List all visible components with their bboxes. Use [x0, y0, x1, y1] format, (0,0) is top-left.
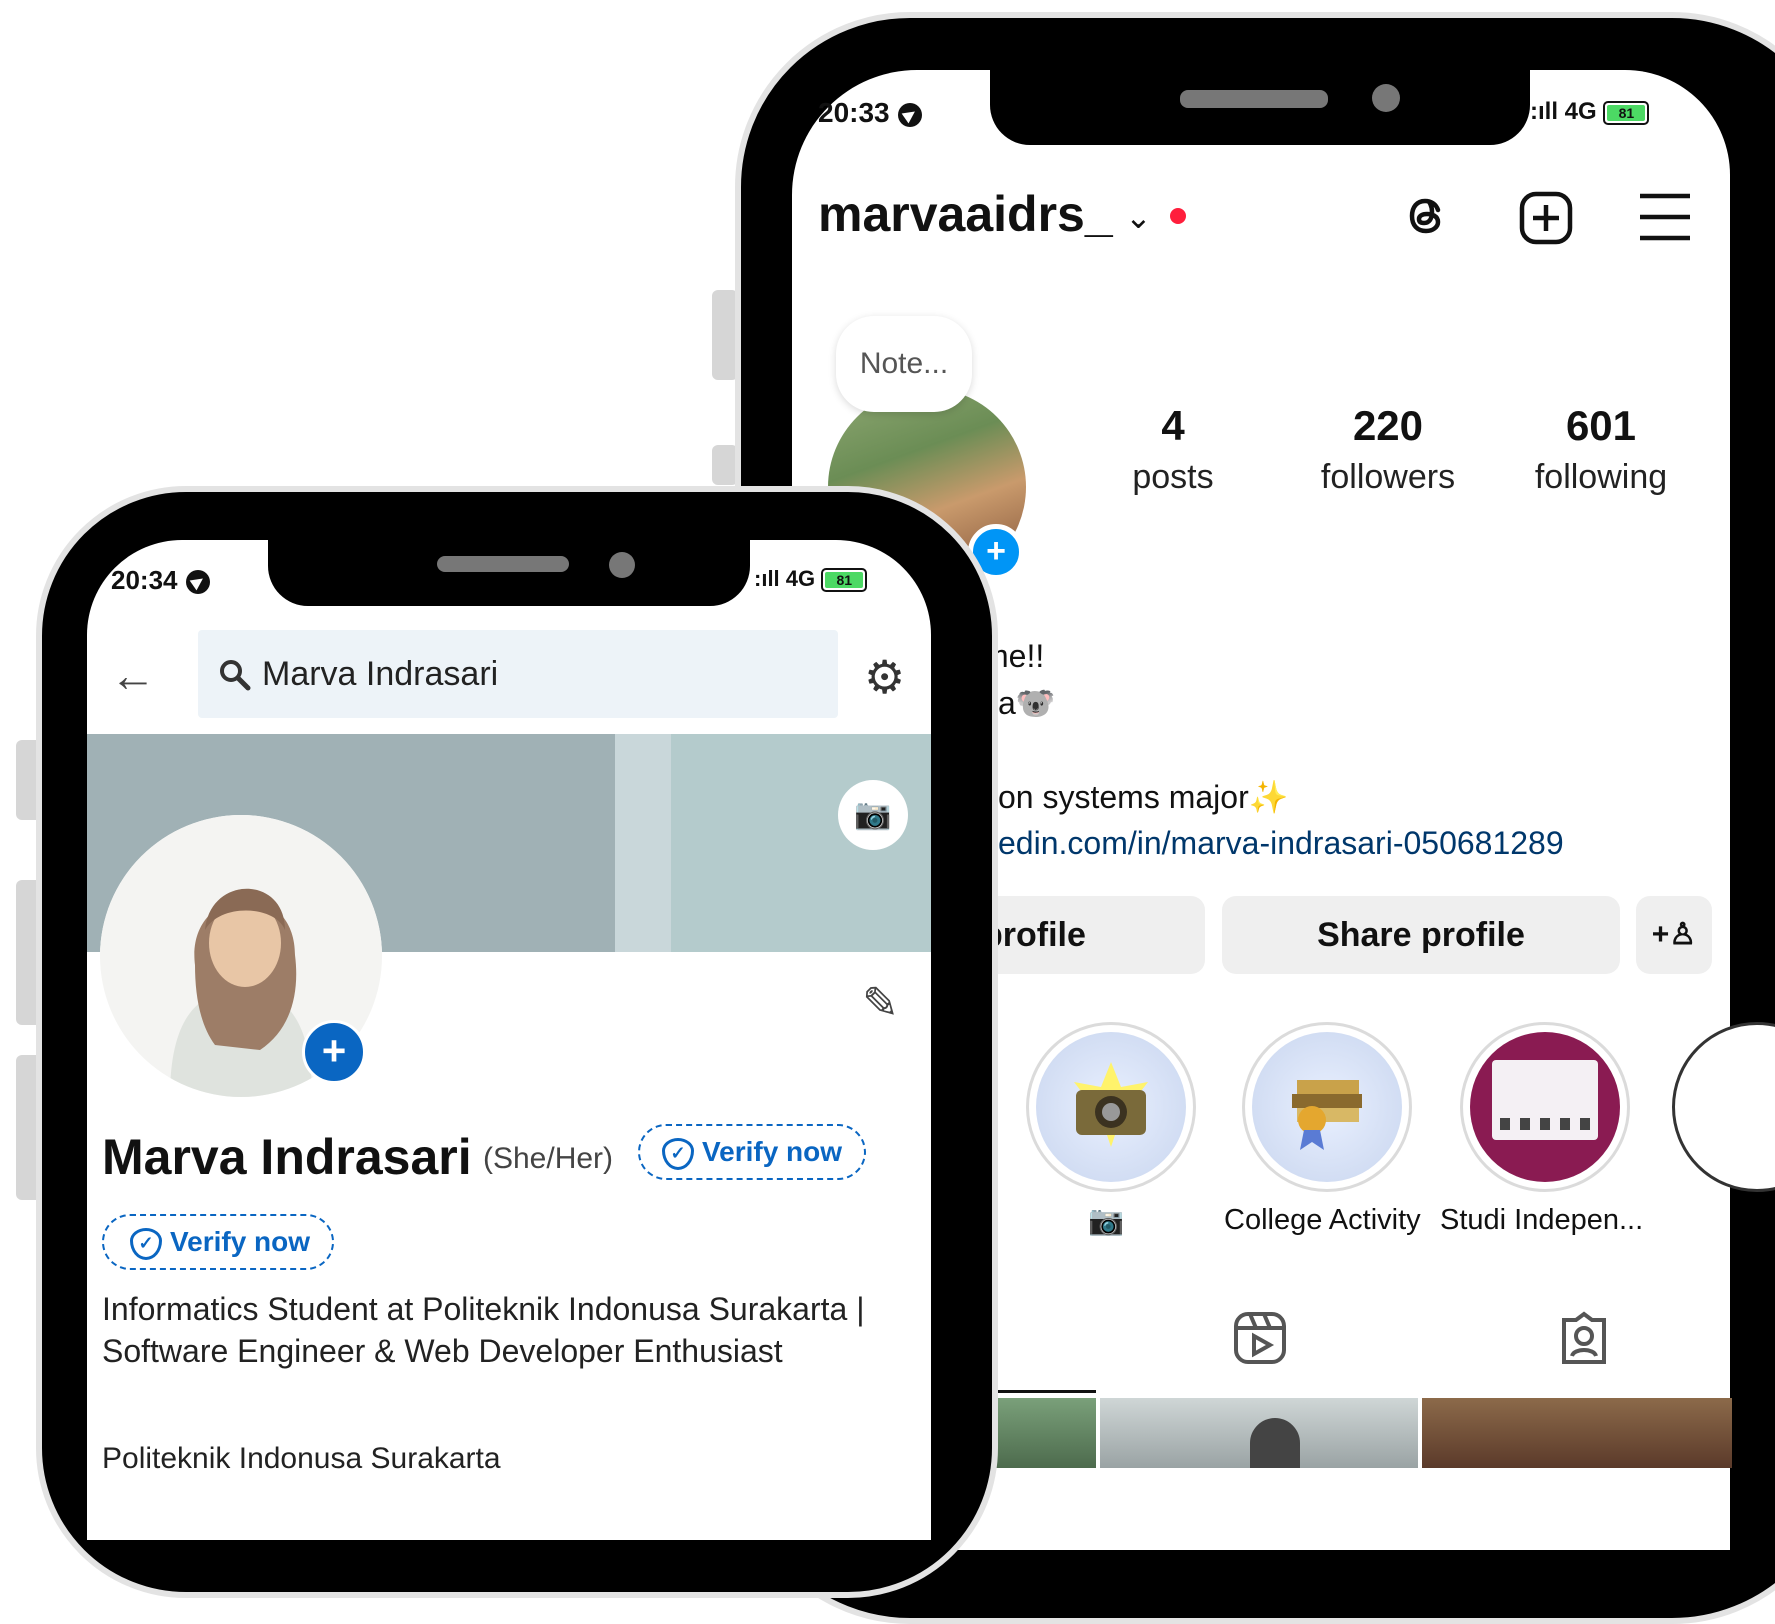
- post-thumbnail[interactable]: [1422, 1398, 1732, 1468]
- signal-icon: :ıll: [1530, 98, 1558, 125]
- network-type: 4G: [1564, 98, 1597, 125]
- signal-icon: :ıll: [754, 566, 780, 591]
- profile-name: Marva Indrasari: [102, 1129, 472, 1185]
- status-right: :ıll 4G 81: [1530, 98, 1650, 126]
- post-thumbnail[interactable]: [990, 1398, 1096, 1468]
- post-thumbnail[interactable]: [1100, 1398, 1418, 1468]
- profile-username[interactable]: marvaaidrs_: [818, 185, 1113, 243]
- pronouns: (She/Her): [483, 1142, 614, 1175]
- share-profile-button[interactable]: Share profile: [1222, 896, 1620, 974]
- chevron-down-icon[interactable]: ⌄: [1125, 198, 1152, 236]
- menu-icon[interactable]: [1638, 192, 1692, 242]
- note-bubble[interactable]: Note...: [836, 316, 972, 412]
- camera-highlight-image: [1036, 1032, 1186, 1182]
- active-tab-indicator: [990, 1390, 1096, 1393]
- edit-pencil-icon[interactable]: ✎: [862, 978, 899, 1029]
- back-arrow-icon[interactable]: ←: [110, 648, 156, 702]
- highlight-item[interactable]: [1242, 1022, 1412, 1192]
- status-bar: 20:34: [111, 565, 210, 596]
- stat-following[interactable]: 601 following: [1501, 402, 1701, 497]
- camera-icon: [1074, 1062, 1148, 1147]
- verify-label: Verify now: [702, 1136, 843, 1167]
- shield-check-icon: ✓: [130, 1227, 162, 1260]
- notification-dot: [1170, 208, 1186, 224]
- reels-tab-icon[interactable]: [1232, 1310, 1288, 1366]
- battery-icon: 81: [821, 568, 868, 593]
- verify-now-button[interactable]: ✓ Verify now: [102, 1214, 335, 1270]
- bio-line: tion systems major✨: [982, 779, 1289, 815]
- speaker: [1180, 90, 1328, 108]
- bio-link[interactable]: kedin.com/in/marva-indrasari-050681289: [982, 825, 1564, 862]
- verify-now-button[interactable]: ✓ Verify now: [638, 1124, 867, 1180]
- banner-stripe: [615, 734, 671, 952]
- profile-headline: Informatics Student at Politeknik Indonu…: [102, 1291, 865, 1369]
- shield-check-icon: ✓: [662, 1137, 694, 1170]
- front-camera: [609, 552, 635, 578]
- stat-label: posts: [1132, 458, 1214, 496]
- stat-label: followers: [1320, 458, 1456, 496]
- tagged-tab-icon[interactable]: [1556, 1310, 1612, 1366]
- battery-icon: 81: [1603, 100, 1650, 125]
- books-icon: [1292, 1080, 1362, 1150]
- speaker: [437, 556, 569, 572]
- add-post-icon[interactable]: [1518, 190, 1574, 246]
- search-value: Marva Indrasari: [262, 655, 499, 693]
- threads-icon[interactable]: [1400, 188, 1456, 244]
- highlight-item[interactable]: [1460, 1022, 1630, 1192]
- status-bar: 20:33: [818, 97, 922, 129]
- add-person-icon[interactable]: +♙: [1636, 896, 1712, 974]
- camera-icon[interactable]: 📷: [838, 780, 908, 850]
- status-time: 20:33: [818, 97, 890, 128]
- college-highlight-image: [1252, 1032, 1402, 1182]
- stat-followers[interactable]: 220 followers: [1288, 402, 1488, 497]
- highlight-label: College Activity: [1224, 1204, 1421, 1236]
- highlight-label: Studi Indepen...: [1440, 1204, 1644, 1236]
- status-right: :ıll 4G 81: [754, 566, 868, 593]
- stat-value: 220: [1352, 402, 1424, 449]
- verify-label: Verify now: [170, 1226, 311, 1257]
- studi-highlight-image: [1470, 1032, 1620, 1182]
- stat-value: 601: [1565, 402, 1637, 449]
- profile-company: Politeknik Indonusa Surakarta: [102, 1442, 501, 1475]
- stat-label: following: [1534, 458, 1668, 496]
- stat-value: 4: [1161, 402, 1185, 449]
- search-icon: [220, 660, 251, 691]
- add-photo-icon[interactable]: +: [302, 1020, 366, 1084]
- telegram-icon: [185, 570, 210, 595]
- front-camera: [1372, 84, 1400, 112]
- telegram-icon: [897, 102, 922, 127]
- gear-icon[interactable]: ⚙: [864, 650, 905, 704]
- highlight-item[interactable]: [1026, 1022, 1196, 1192]
- network-type: 4G: [785, 566, 816, 591]
- phone-notch: [268, 540, 750, 606]
- stat-posts[interactable]: 4 posts: [1073, 402, 1273, 497]
- status-time: 20:34: [111, 565, 178, 595]
- highlight-label: 📷: [1088, 1205, 1125, 1237]
